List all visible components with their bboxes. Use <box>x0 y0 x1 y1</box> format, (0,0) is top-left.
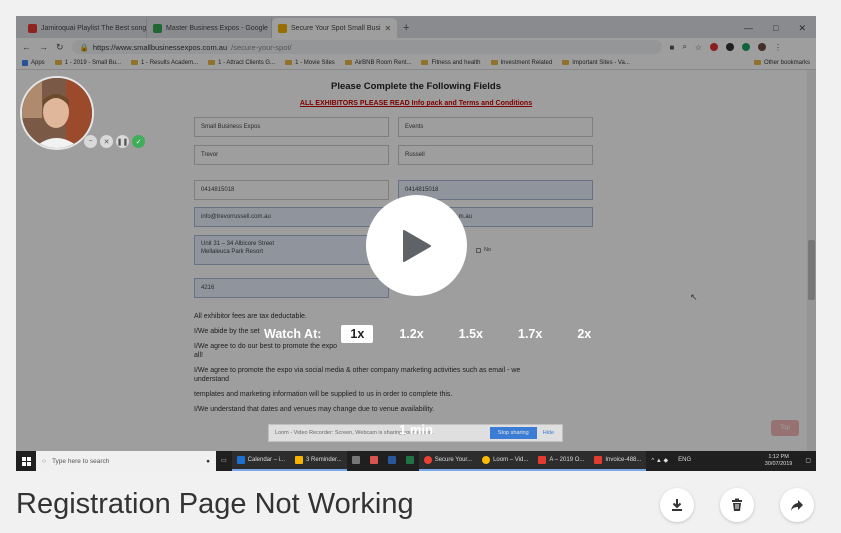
notification-icon[interactable]: ▢ <box>800 451 816 471</box>
speed-label: Watch At: <box>264 327 322 341</box>
speed-option-2x[interactable]: 2x <box>568 325 600 343</box>
delete-button[interactable] <box>720 488 754 522</box>
download-icon <box>672 499 682 511</box>
search-icon: ○ <box>42 457 46 465</box>
trash-icon <box>732 498 742 511</box>
taskbar-app[interactable]: Invoice-488... <box>589 451 647 471</box>
taskbar-app[interactable]: Calendar – i... <box>231 451 291 471</box>
word-icon <box>387 456 396 464</box>
reminder-icon <box>295 456 304 464</box>
taskbar-clock[interactable]: 1:12 PM 30/07/2019 <box>757 454 801 468</box>
speed-option-1x[interactable]: 1x <box>341 325 374 343</box>
acrobat-icon <box>538 456 547 464</box>
language-indicator[interactable]: ENG <box>673 451 696 471</box>
webcam-controls: − ✕ ❚❚ ✓ <box>84 135 145 148</box>
clock-time: 1:12 PM <box>768 454 789 460</box>
app-icon <box>351 456 360 464</box>
play-button[interactable] <box>366 195 467 296</box>
webcam-bubble[interactable] <box>20 76 94 150</box>
share-button[interactable] <box>780 488 814 522</box>
outlook-icon <box>236 456 245 464</box>
download-button[interactable] <box>660 488 694 522</box>
taskbar-app[interactable] <box>401 451 419 471</box>
windows-taskbar: ○ Type here to search ● ▭ Calendar – i..… <box>16 451 816 471</box>
pause-icon[interactable]: ❚❚ <box>116 135 129 148</box>
taskbar-search[interactable]: ○ Type here to search ● <box>36 451 216 471</box>
check-icon[interactable]: ✓ <box>132 135 145 148</box>
taskbar-app[interactable] <box>347 451 365 471</box>
speed-option-1-7x[interactable]: 1.7x <box>509 325 551 343</box>
taskbar-search-placeholder: Type here to search <box>51 457 110 465</box>
chrome-icon <box>482 456 491 464</box>
play-icon <box>402 229 431 262</box>
taskbar-app[interactable]: Loom – Vid... <box>477 451 534 471</box>
task-view-icon[interactable]: ▭ <box>216 451 232 471</box>
video-duration: 1 min <box>399 422 433 437</box>
playback-speed-selector: Watch At: 1x 1.2x 1.5x 1.7x 2x <box>264 325 617 343</box>
clock-date: 30/07/2019 <box>764 461 793 467</box>
tray-icons[interactable]: ^ ▲ ◆ <box>646 451 673 471</box>
taskbar-app[interactable] <box>365 451 383 471</box>
close-icon[interactable]: ✕ <box>100 135 113 148</box>
minus-icon[interactable]: − <box>84 135 97 148</box>
chrome-icon <box>423 456 432 464</box>
video-page: Jamiroquai Playlist The Best song ✕ Mast… <box>0 0 841 533</box>
taskbar-app[interactable]: A – 2019 O... <box>533 451 590 471</box>
video-player[interactable]: Jamiroquai Playlist The Best song ✕ Mast… <box>16 16 816 471</box>
windows-start-icon[interactable] <box>16 451 36 471</box>
taskbar-app[interactable]: 3 Reminder... <box>290 451 347 471</box>
video-title: Registration Page Not Working <box>16 488 414 520</box>
share-icon <box>791 500 803 511</box>
microphone-icon[interactable]: ● <box>206 458 210 465</box>
taskbar-app[interactable] <box>383 451 401 471</box>
excel-icon <box>405 456 414 464</box>
acrobat-icon <box>594 456 603 464</box>
speed-option-1-2x[interactable]: 1.2x <box>390 325 432 343</box>
app-icon <box>369 456 378 464</box>
speed-option-1-5x[interactable]: 1.5x <box>450 325 492 343</box>
taskbar-app[interactable]: Secure Your... <box>418 451 478 471</box>
